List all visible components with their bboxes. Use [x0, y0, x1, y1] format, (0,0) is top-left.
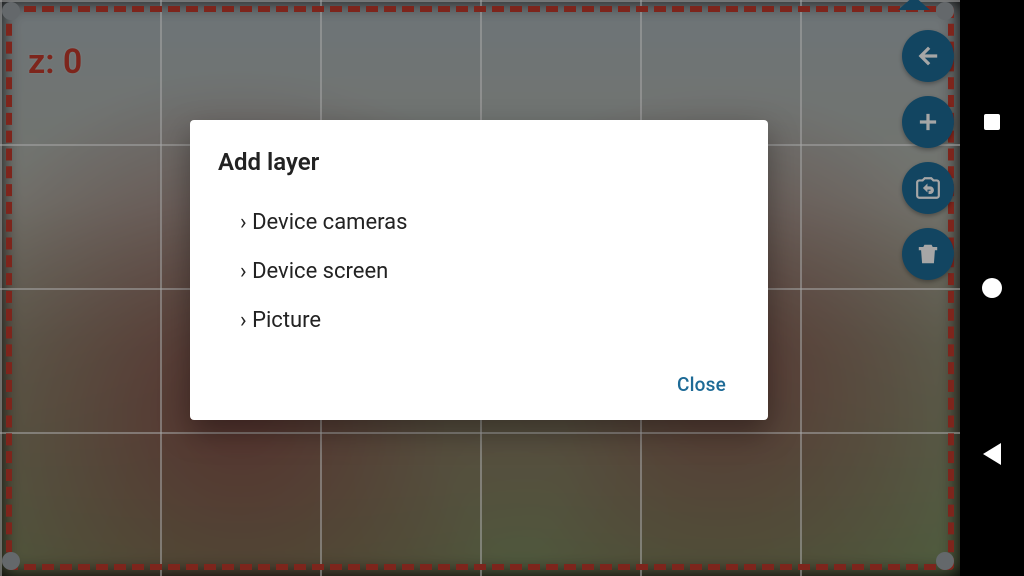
option-device-cameras[interactable]: Device cameras	[218, 198, 740, 247]
square-icon	[984, 114, 1000, 130]
option-device-screen[interactable]: Device screen	[218, 247, 740, 296]
close-button[interactable]: Close	[663, 365, 740, 404]
back-nav-button[interactable]	[980, 442, 1004, 466]
home-button[interactable]	[980, 276, 1004, 300]
android-nav-bar	[960, 0, 1024, 576]
recent-apps-button[interactable]	[980, 110, 1004, 134]
triangle-left-icon	[983, 443, 1001, 465]
add-layer-dialog: Add layer Device cameras Device screen P…	[190, 120, 768, 420]
app-viewport: z: 0 Add layer Device cameras Device scr…	[0, 0, 960, 576]
dialog-actions: Close	[218, 365, 740, 404]
circle-icon	[982, 278, 1002, 298]
option-picture[interactable]: Picture	[218, 296, 740, 345]
dialog-title: Add layer	[218, 148, 740, 176]
